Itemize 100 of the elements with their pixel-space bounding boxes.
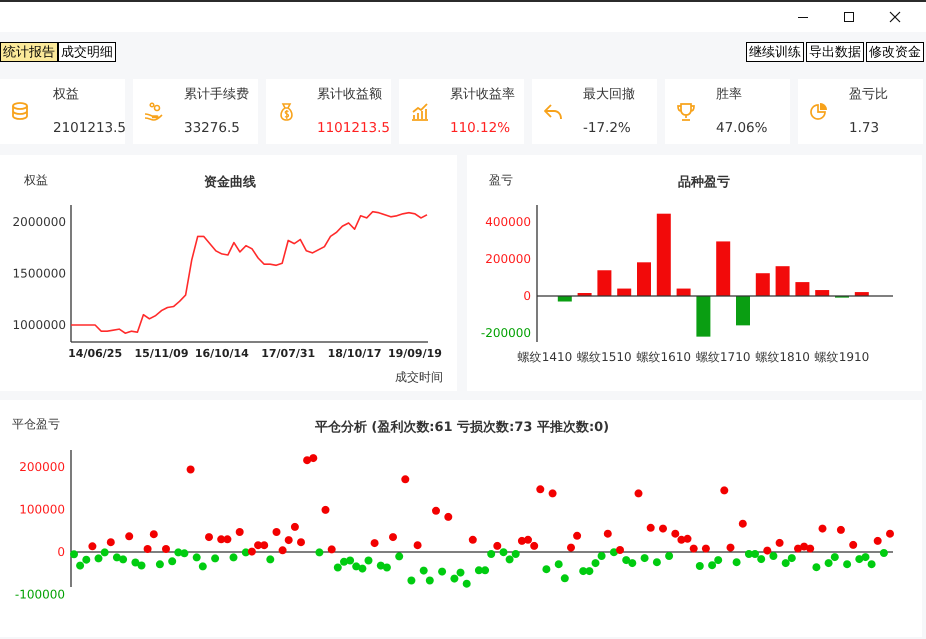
data-point [266, 555, 274, 564]
data-point [720, 486, 728, 494]
data-point [604, 530, 612, 538]
data-point [230, 553, 238, 562]
data-point [536, 485, 544, 494]
data-point [548, 489, 557, 498]
data-point [223, 535, 232, 544]
data-point [106, 538, 115, 546]
data-point [530, 542, 538, 550]
data-point [389, 533, 397, 542]
data-point [125, 532, 134, 540]
data-point [297, 538, 305, 546]
data-point [646, 524, 655, 532]
data-point [573, 532, 582, 540]
chart-title: 资金曲线 [204, 175, 256, 190]
data-point [714, 556, 722, 564]
bar [578, 293, 592, 296]
bar-chart-icon [410, 102, 430, 122]
stat-value: 110.12% [450, 120, 512, 136]
data-point [370, 539, 379, 548]
data-point [824, 559, 833, 568]
data-point [462, 580, 471, 588]
chart-title: 品种盈亏 [678, 175, 730, 190]
bar [756, 273, 770, 296]
action-button[interactable]: 继续训练 [746, 42, 804, 62]
tick-label: -100000 [14, 588, 65, 602]
bar [637, 262, 651, 296]
data-point [886, 530, 894, 538]
data-point [156, 560, 164, 568]
tick-label: 1500000 [12, 266, 66, 280]
tick-label: 16/10/14 [194, 347, 249, 360]
data-point [284, 536, 293, 544]
stat-label: 累计收益率 [450, 87, 515, 103]
data-point [211, 554, 220, 562]
data-point [782, 559, 790, 568]
data-point [450, 574, 458, 583]
data-point [800, 542, 808, 551]
tab[interactable]: 统计报告 [0, 42, 58, 62]
tick-label: 200000 [19, 460, 65, 474]
data-point [806, 544, 814, 553]
data-point [818, 524, 826, 533]
stat-value: -17.2% [583, 120, 632, 136]
bar [617, 288, 632, 296]
stat-value: 2101213.5 [53, 120, 126, 136]
tick-label: 200000 [485, 252, 531, 266]
data-point [560, 574, 569, 582]
bar [835, 296, 849, 298]
data-point [732, 558, 741, 566]
tick-label: -200000 [480, 326, 531, 340]
data-point [272, 528, 280, 536]
tick-label: 14/06/25 [68, 347, 122, 360]
axis-label: 权益 [24, 173, 48, 187]
data-point [290, 522, 299, 531]
bar [736, 296, 750, 326]
tick-label: 15/11/09 [134, 347, 188, 360]
hand-coins-icon [144, 102, 164, 122]
data-point [726, 544, 734, 552]
data-point [874, 536, 882, 545]
data-point [776, 538, 784, 547]
data-point [665, 552, 674, 560]
bar [716, 241, 730, 296]
stat-label: 权益 [53, 87, 80, 103]
bar [597, 270, 612, 296]
data-point [303, 456, 312, 464]
tick-label: 100000 [19, 502, 65, 516]
bar [676, 288, 691, 296]
axis-label: 平仓盈亏 [12, 417, 60, 431]
tick-label: 17/07/31 [261, 347, 316, 360]
action-button[interactable]: 导出数据 [806, 42, 864, 62]
tab[interactable]: 成交明细 [58, 42, 116, 62]
data-point [309, 454, 318, 462]
data-point [352, 562, 360, 570]
data-point [836, 526, 845, 534]
data-point [328, 545, 336, 554]
data-point [144, 545, 152, 553]
data-point [622, 556, 630, 564]
bar [795, 282, 810, 296]
data-point [628, 559, 636, 568]
close-icon [889, 11, 901, 23]
tick-label: 螺纹1810 [755, 350, 810, 364]
data-point [690, 544, 698, 553]
data-point [757, 555, 766, 564]
stat-label: 盈亏比 [849, 87, 888, 103]
data-point [567, 544, 575, 552]
data-point [634, 489, 642, 498]
data-point [322, 506, 330, 514]
data-point [763, 546, 772, 555]
bar [854, 292, 869, 296]
action-button[interactable]: 修改资金 [866, 42, 924, 62]
data-point [168, 557, 176, 566]
data-point [708, 561, 716, 570]
tick-label: 螺纹1710 [696, 350, 750, 364]
data-point [444, 512, 452, 521]
data-point [236, 528, 244, 536]
bar [696, 296, 710, 337]
trophy-icon [676, 102, 696, 122]
pie-chart-icon [809, 102, 829, 122]
data-point [401, 475, 410, 484]
tick-label: 1000000 [12, 318, 66, 332]
coins-icon [11, 102, 31, 122]
